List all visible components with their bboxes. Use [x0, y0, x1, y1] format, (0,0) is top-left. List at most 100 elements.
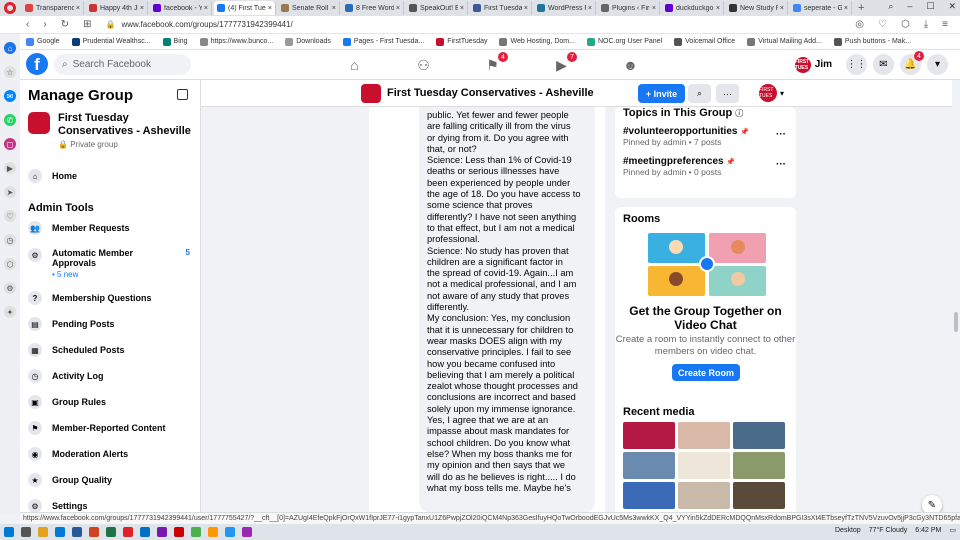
nav-gaming-icon[interactable]: ☻	[596, 50, 665, 80]
clock[interactable]: 6:42 PM	[915, 527, 941, 534]
nav-groups-icon[interactable]: ⚑ 4	[458, 50, 527, 80]
close-tab-icon[interactable]: ×	[76, 5, 80, 12]
weather-widget[interactable]: 77°F Cloudy	[869, 527, 908, 534]
opera-taskbar-icon[interactable]	[123, 527, 133, 537]
collapse-panel-icon[interactable]	[177, 89, 188, 100]
bookmark-link[interactable]: Bing	[162, 37, 188, 46]
group-header-name[interactable]: First Tuesday Conservatives - Asheville	[387, 87, 594, 99]
create-room-button[interactable]: Create Room	[672, 364, 740, 381]
camera-icon[interactable]: ◎	[855, 19, 864, 30]
browser-tab[interactable]: facebook - Ya×	[150, 1, 212, 15]
app-icon[interactable]	[225, 527, 235, 537]
tips-icon[interactable]: ✦	[4, 306, 16, 318]
browser-tab[interactable]: First Tuesday ×	[470, 1, 532, 15]
invite-button[interactable]: + Invite	[638, 84, 685, 103]
instagram-icon[interactable]: ◻	[4, 138, 16, 150]
tab-grid-icon[interactable]: ⊞	[83, 19, 91, 30]
group-account-switcher[interactable]: FIRST TUES ▾	[759, 84, 784, 102]
browser-tab[interactable]: duckduckgo.c×	[662, 1, 724, 15]
media-thumbnail[interactable]	[678, 422, 730, 449]
sidebar-item-group-quality[interactable]: ★ Group Quality	[28, 473, 198, 487]
opera-logo-icon[interactable]	[4, 2, 16, 14]
close-tab-icon[interactable]: ×	[780, 5, 784, 12]
close-tab-icon[interactable]: ×	[396, 5, 400, 12]
media-thumbnail[interactable]	[733, 422, 785, 449]
browser-tab[interactable]: Happy 4th Ju ×	[86, 1, 148, 15]
sidebar-item-member-requests[interactable]: 👥 Member Requests	[28, 221, 198, 235]
bookmark-link[interactable]: FirstTuesday	[436, 37, 487, 46]
browser-tab[interactable]: New Study Fi ×	[726, 1, 788, 15]
media-thumbnail[interactable]	[678, 452, 730, 479]
menu-grid-icon[interactable]: ⋮⋮	[846, 54, 867, 75]
topic-item[interactable]: #volunteeropportunities 📌 Pinned by admin…	[615, 126, 796, 147]
player-icon[interactable]: ▶	[4, 162, 16, 174]
bookmark-link[interactable]: Voicemail Office	[674, 37, 735, 46]
account-chevron-down-icon[interactable]: ▾	[927, 54, 948, 75]
sidebar-item-member-reported-content[interactable]: ⚑ Member-Reported Content	[28, 421, 198, 435]
sidebar-item-membership-questions[interactable]: ? Membership Questions	[28, 291, 198, 305]
close-tab-icon[interactable]: ×	[588, 5, 592, 12]
heart-icon[interactable]: ♡	[878, 19, 887, 30]
browser-tab[interactable]: Senate Roll C×	[278, 1, 340, 15]
browser-tab[interactable]: seperate - Go×	[790, 1, 852, 15]
group-summary[interactable]: First Tuesday Conservatives - Asheville …	[28, 112, 198, 149]
close-tab-icon[interactable]: ×	[332, 5, 336, 12]
close-tab-icon[interactable]: ×	[716, 5, 720, 12]
close-tab-icon[interactable]: ×	[460, 5, 464, 12]
send-icon[interactable]: ➤	[4, 186, 16, 198]
bookmark-link[interactable]: Google	[26, 37, 60, 46]
word-icon[interactable]	[72, 527, 82, 537]
page-scrollbar[interactable]	[952, 80, 960, 512]
minimize-icon[interactable]: –	[907, 1, 912, 12]
topic-more-icon[interactable]: ···	[776, 129, 786, 140]
sidebar-item-activity-log[interactable]: ◷ Activity Log	[28, 369, 198, 383]
browser-tab[interactable]: Plugins ‹ First×	[598, 1, 660, 15]
edge-icon[interactable]	[55, 527, 65, 537]
facebook-logo-icon[interactable]: f	[26, 53, 48, 75]
browser-tab[interactable]: Transparency×	[22, 1, 84, 15]
media-thumbnail[interactable]	[678, 482, 730, 509]
media-thumbnail[interactable]	[623, 452, 675, 479]
search-tabs-icon[interactable]: ⌕	[888, 1, 893, 12]
acrobat-icon[interactable]	[174, 527, 184, 537]
reload-icon[interactable]: ↻	[61, 19, 69, 30]
media-thumbnail[interactable]	[733, 482, 785, 509]
bookmark-link[interactable]: https://www.bunco...	[199, 37, 273, 46]
close-tab-icon[interactable]: ×	[652, 5, 656, 12]
nav-friends-icon[interactable]: ⚇	[389, 50, 458, 80]
download-icon[interactable]: ⤓	[924, 19, 928, 30]
bookmark-link[interactable]: Push buttons - Mak...	[833, 37, 911, 46]
browser-tab[interactable]: WordPress Pr×	[534, 1, 596, 15]
browser-tab[interactable]: SpeakOut! Ent×	[406, 1, 468, 15]
sidebar-item-home[interactable]: ⌂ Home	[28, 169, 198, 183]
search-facebook-input[interactable]: ⌕ Search Facebook	[54, 54, 191, 75]
onenote-icon[interactable]	[157, 527, 167, 537]
powerpoint-icon[interactable]	[89, 527, 99, 537]
start-icon[interactable]	[4, 527, 14, 537]
history-icon[interactable]: ◷	[4, 234, 16, 246]
bookmark-link[interactable]: Pages - First Tuesda...	[342, 37, 424, 46]
nav-watch-icon[interactable]: ▶ 7	[527, 50, 596, 80]
sidebar-item-settings[interactable]: ⚙ Settings	[28, 499, 198, 512]
bookmark-link[interactable]: NOC.org User Panel	[586, 37, 662, 46]
app-icon[interactable]	[208, 527, 218, 537]
more-options-icon[interactable]: ···	[716, 84, 739, 103]
scrollbar-thumb[interactable]	[954, 312, 958, 332]
favorites-icon[interactable]: ♡	[4, 210, 16, 222]
media-thumbnail[interactable]	[733, 452, 785, 479]
close-tab-icon[interactable]: ×	[140, 5, 144, 12]
close-tab-icon[interactable]: ×	[524, 5, 528, 12]
settings-icon[interactable]: ⚙	[4, 282, 16, 294]
close-tab-icon[interactable]: ×	[844, 5, 848, 12]
bookmark-link[interactable]: Prudential Wealthsc...	[71, 37, 151, 46]
new-tab-button[interactable]: +	[858, 2, 864, 14]
notification-center-icon[interactable]: ▭	[949, 526, 956, 534]
profile-link[interactable]: FIRST TUES Jim	[794, 56, 832, 73]
close-window-icon[interactable]: ✕	[948, 1, 956, 12]
topic-more-icon[interactable]: ···	[776, 159, 786, 170]
sidebar-item-scheduled-posts[interactable]: ▦ Scheduled Posts	[28, 343, 198, 357]
app-icon[interactable]	[191, 527, 201, 537]
media-thumbnail[interactable]	[623, 482, 675, 509]
box-icon[interactable]: ⬡	[4, 258, 16, 270]
app-icon[interactable]	[242, 527, 252, 537]
